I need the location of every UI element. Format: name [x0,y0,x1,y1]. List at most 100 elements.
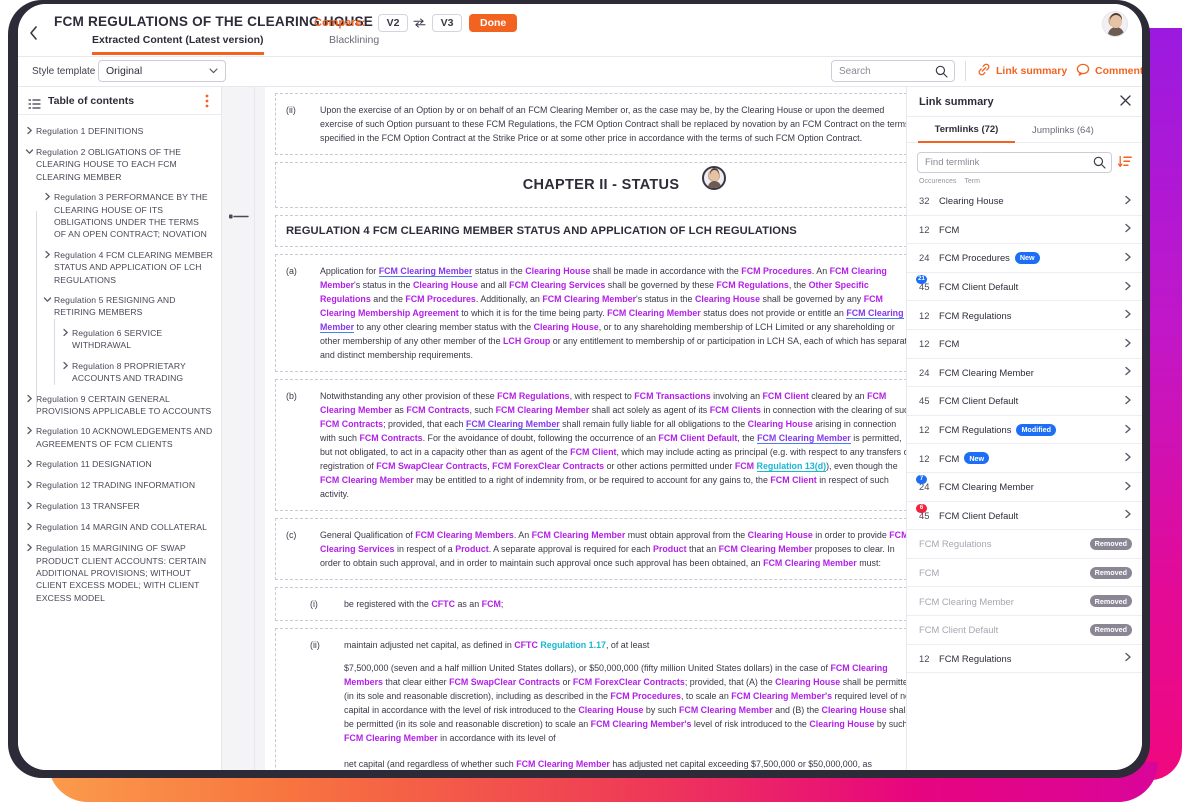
termlink-search-input[interactable]: Find termlink [917,151,1112,173]
termlink-term[interactable]: FCM Contracts [320,419,383,429]
termlink-term[interactable]: FCM Clearing Member [679,705,773,715]
termlink-term[interactable]: Clearing House [748,530,813,540]
termlink-term[interactable]: FCM Clients [710,405,761,415]
chevron-right-icon[interactable] [1124,424,1132,436]
termlink-term[interactable]: FCM Regulations [497,391,569,401]
termlink-row[interactable]: 24 FCM Procedures New [907,244,1142,273]
termlink-term[interactable]: FCM ForexClear Contracts [492,461,604,471]
termlink-term[interactable]: FCM Clearing Member [532,530,626,540]
termlink-term[interactable]: FCM Procedures [405,294,476,304]
toc-item-6[interactable]: Regulation 6 SERVICE WITHDRAWAL [18,323,221,356]
chevron-right-icon[interactable] [22,393,36,406]
toc-item-12[interactable]: Regulation 13 TRANSFER [18,496,221,517]
termlink-term[interactable]: FCM Clearing Member [378,266,473,277]
termlink-term[interactable]: Clearing House [809,719,874,729]
termlink-term[interactable]: FCM Clearing Member [607,308,701,318]
termlink-term[interactable]: FCM Procedures [610,691,681,701]
comment-author-avatar[interactable] [702,166,726,190]
toc-item-5[interactable]: Regulation 5 RESIGNING AND RETIRING MEMB… [18,290,221,323]
termlink-term[interactable]: FCM Procedures [741,266,812,276]
termlink-row[interactable]: 12 FCM [907,216,1142,245]
termlink-term[interactable]: FCM [482,599,501,609]
chevron-right-icon[interactable] [22,125,36,138]
termlink-term[interactable]: FCM Clearing Member [344,733,438,743]
chevron-right-icon[interactable] [1124,309,1132,321]
chevron-left-icon[interactable] [22,22,44,44]
termlink-term[interactable]: FCM Clearing Member [542,294,636,304]
done-button[interactable]: Done [469,14,518,32]
version-left-button[interactable]: V2 [378,14,408,32]
toc-item-2[interactable]: Regulation 2 OBLIGATIONS OF THE CLEARING… [18,142,221,187]
toc-item-4[interactable]: Regulation 4 FCM CLEARING MEMBER STATUS … [18,245,221,290]
termlink-term[interactable]: Clearing House [695,294,760,304]
chevron-right-icon[interactable] [1124,366,1132,378]
termlink-term[interactable]: FCM Clearing Member's [731,691,832,701]
termlink-term[interactable]: FCM Clearing Member [719,544,813,554]
toc-item-14[interactable]: Regulation 15 MARGINING OF SWAP PRODUCT … [18,538,221,608]
chevron-right-icon[interactable] [1124,652,1132,664]
termlink-row[interactable]: FCM Client Default Removed [907,616,1142,645]
termlink-term[interactable]: FCM Regulations [716,280,788,290]
chevron-right-icon[interactable] [1124,281,1132,293]
toc-item-3[interactable]: Regulation 3 PERFORMANCE BY THE CLEARING… [18,187,221,245]
style-template-select[interactable]: Original [98,60,226,82]
termlink-row[interactable]: 45 FCM Client Default [907,387,1142,416]
termlink-term[interactable]: FCM Contracts [359,433,422,443]
close-icon[interactable] [1120,95,1131,108]
chevron-right-icon[interactable] [1124,395,1132,407]
toc-item-9[interactable]: Regulation 10 ACKNOWLEDGEMENTS AND AGREE… [18,421,221,454]
termlink-term[interactable]: Clearing House [413,280,478,290]
termlink-row[interactable]: 24 FCM Clearing Member [907,359,1142,388]
chevron-down-icon[interactable] [22,146,36,159]
termlink-term[interactable]: Clearing House [748,419,813,429]
termlink-row[interactable]: 7 24 FCM Clearing Member [907,473,1142,502]
toc-item-10[interactable]: Regulation 11 DESIGNATION [18,454,221,475]
chevron-right-icon[interactable] [1124,338,1132,350]
termlink-term[interactable]: Product [653,544,687,554]
chevron-right-icon[interactable] [22,479,36,492]
chevron-right-icon[interactable] [22,521,36,534]
termlink-term[interactable]: FCM Clearing Services [509,280,605,290]
chevron-right-icon[interactable] [1124,195,1132,207]
jumplink-term[interactable]: Regulation 13(d) [756,461,827,472]
chevron-down-icon[interactable] [40,294,54,307]
comments-button[interactable]: Comments [1076,62,1142,80]
chevron-right-icon[interactable] [22,500,36,513]
termlink-term[interactable]: FCM Client Default [658,433,737,443]
termlink-term[interactable]: FCM Client [770,475,816,485]
chevron-right-icon[interactable] [1124,252,1132,264]
termlink-term[interactable]: Clearing House [578,705,643,715]
more-vertical-icon[interactable] [205,94,209,113]
termlink-term[interactable]: Clearing House [534,322,599,332]
user-avatar[interactable] [1102,11,1128,37]
chevron-right-icon[interactable] [1124,452,1132,464]
chevron-right-icon[interactable] [58,360,72,373]
chevron-right-icon[interactable] [40,249,54,262]
termlink-term[interactable]: FCM Transactions [634,391,710,401]
termlink-term[interactable]: Clearing House [822,705,887,715]
termlink-term[interactable]: FCM Clearing Member [320,475,414,485]
termlink-row[interactable]: 12 FCM Regulations [907,645,1142,674]
chevron-right-icon[interactable] [22,542,36,555]
tab-jumplinks[interactable]: Jumplinks (64) [1032,117,1094,143]
termlink-row[interactable]: 32 Clearing House [907,187,1142,216]
termlink-term[interactable]: FCM Clearing Member's [591,719,692,729]
tab-termlinks[interactable]: Termlinks (72) [918,117,1015,143]
chevron-right-icon[interactable] [1124,481,1132,493]
termlink-row[interactable]: 12 FCM New [907,444,1142,473]
termlink-term[interactable]: FCM Clearing Member [763,558,857,568]
chevron-right-icon[interactable] [22,425,36,438]
toc-item-7[interactable]: Regulation 8 PROPRIETARY ACCOUNTS AND TR… [18,356,221,389]
termlink-term[interactable]: Clearing House [525,266,590,276]
tab-extracted-content[interactable]: Extracted Content (Latest version) [92,34,264,55]
termlink-term[interactable]: FCM SwapClear Contracts [449,677,560,687]
termlink-term[interactable]: FCM Clearing Member [516,759,610,769]
toc-item-13[interactable]: Regulation 14 MARGIN AND COLLATERAL [18,517,221,538]
termlink-term[interactable]: FCM Clearing Member [466,419,560,430]
collapse-sidebar-button[interactable] [229,209,249,223]
termlink-term[interactable]: FCM ForexClear Contracts [573,677,685,687]
termlink-term[interactable]: FCM SwapClear Contracts [376,461,487,471]
chevron-right-icon[interactable] [1124,223,1132,235]
termlink-term[interactable]: FCM Client [570,447,616,457]
termlink-row[interactable]: FCM Clearing Member Removed [907,587,1142,616]
